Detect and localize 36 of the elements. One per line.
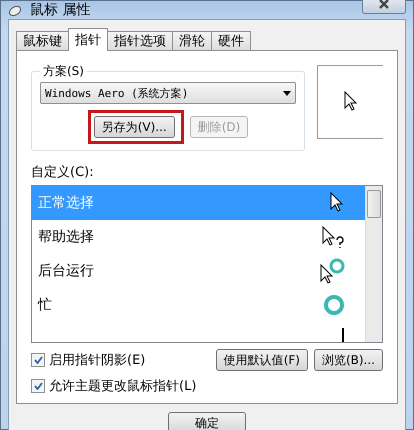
tab[interactable]: 滑轮 [172,31,212,51]
scrollbar[interactable] [365,186,382,342]
close-icon [379,0,389,9]
window-title: 鼠标 属性 [30,1,92,19]
ok-button[interactable]: 确定 [168,412,246,430]
action-button[interactable]: 浏览(B)... [314,349,383,371]
group-label: 方案(S) [42,63,85,80]
checkmark-icon [34,382,42,390]
arrow-cursor-icon [342,91,358,113]
item-label: 后台运行 [38,262,94,280]
item-label: 忙 [38,296,52,314]
scrollbar-thumb[interactable] [367,190,381,218]
checkbox[interactable]: 启用指针阴影(E) [31,351,146,369]
tab[interactable]: 硬件 [211,31,251,51]
arrow-cursor-icon [329,192,345,214]
list-label: 自定义(C): [31,164,95,181]
checkbox-box[interactable] [31,379,45,393]
item-label: 帮助选择 [38,228,94,246]
tab[interactable]: 指针选项 [107,31,173,51]
checkmark-icon [34,356,42,364]
checkbox[interactable]: 允许主题更改鼠标指针(L) [31,377,196,395]
close-button[interactable] [362,0,406,14]
scheme-dropdown[interactable]: Windows Aero (系统方案) [40,82,296,104]
item-label: 正常选择 [38,194,94,212]
mouse-icon [8,3,24,17]
tab[interactable]: 鼠标键 [16,31,69,51]
ring-cursor-icon [323,294,345,316]
tab[interactable]: 指针 [68,28,108,51]
checkbox-label: 启用指针阴影(E) [49,352,146,369]
checkbox-label: 允许主题更改鼠标指针(L) [49,378,196,395]
dropdown-caret-icon [283,90,291,96]
arrow-ring-cursor-icon [319,258,345,284]
arrow-question-cursor-icon [321,226,345,248]
action-button[interactable]: 使用默认值(F) [216,349,308,371]
scheme-button[interactable]: 另存为(V)... [94,116,175,138]
checkbox-box[interactable] [31,353,45,367]
